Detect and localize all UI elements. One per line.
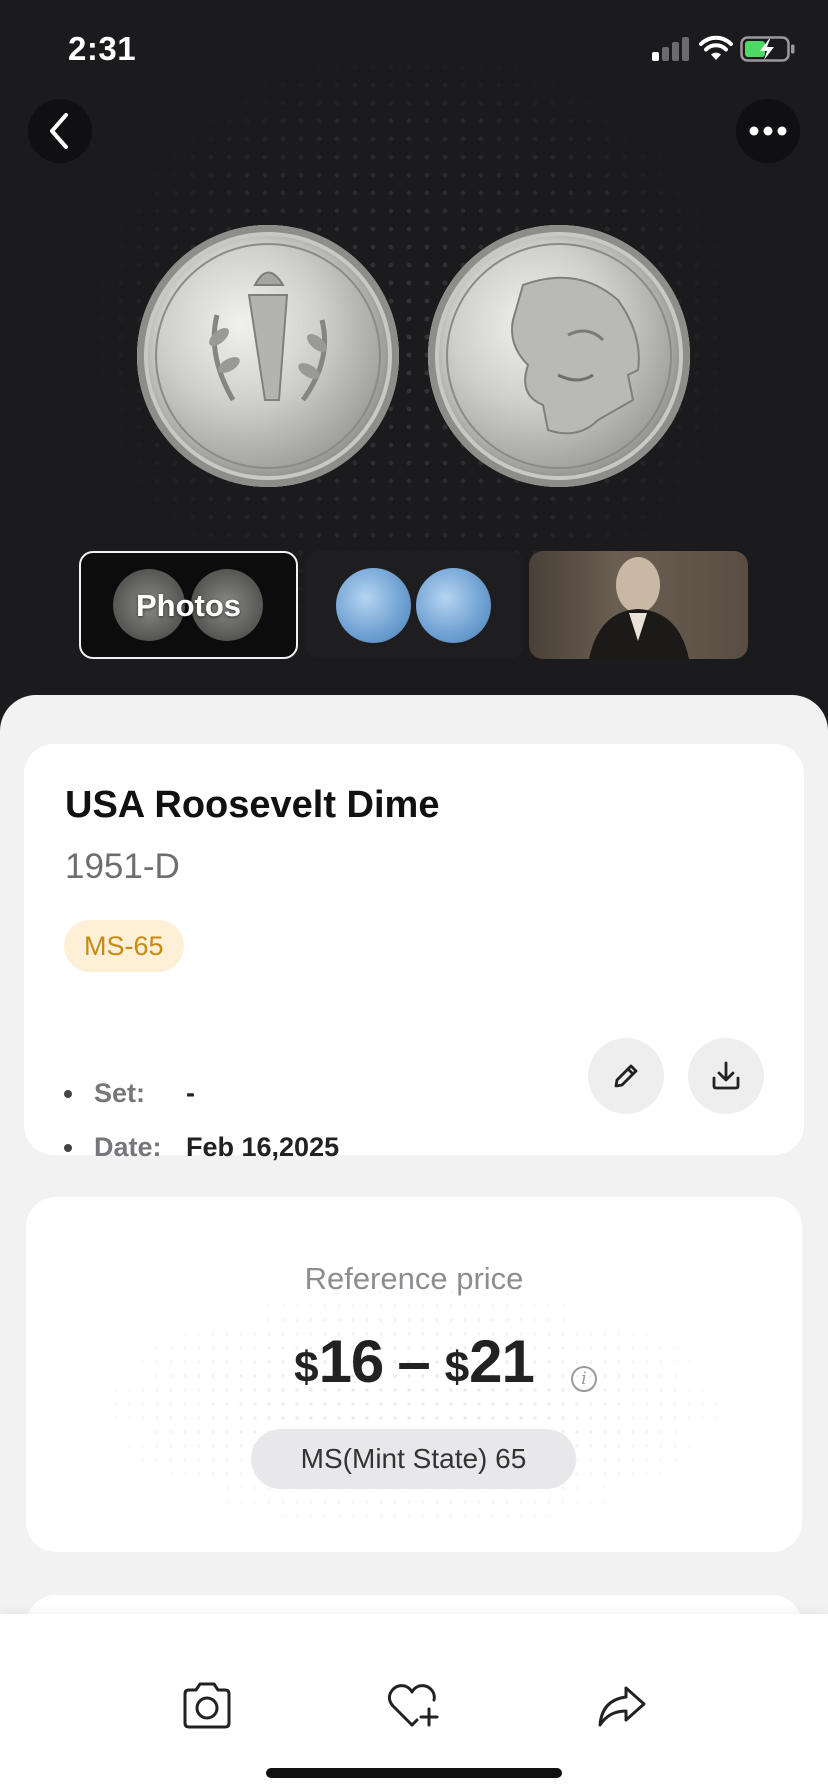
status-time: 2:31 [68, 30, 137, 67]
info-icon[interactable]: i [571, 1366, 597, 1392]
grade-badge: MS-65 [64, 920, 184, 972]
bottom-action-bar [0, 1614, 828, 1792]
add-favorite-button[interactable] [384, 1676, 444, 1736]
heart-plus-icon [387, 1684, 439, 1727]
meta-key: Date: [94, 1132, 162, 1162]
reference-price-card: Reference price $16– $21 i MS(Mint State)… [26, 1197, 802, 1552]
home-indicator [266, 1768, 562, 1778]
coin-images [0, 220, 828, 490]
coin-reverse-image[interactable] [137, 225, 399, 487]
cellular-signal-icon [652, 37, 690, 61]
meta-value: - [186, 1078, 195, 1108]
coin-title: USA Roosevelt Dime [65, 784, 440, 826]
coin-info-card: USA Roosevelt Dime 1951-D MS-65 Set: - D… [24, 744, 804, 1162]
back-button[interactable] [28, 99, 92, 163]
bullet [64, 1090, 72, 1098]
wifi-icon [699, 35, 733, 60]
grade-pill: MS(Mint State) 65 [251, 1429, 576, 1489]
camera-button[interactable] [177, 1676, 237, 1736]
share-arrow-icon [598, 1686, 646, 1727]
bullet [64, 1144, 72, 1152]
thumbnail-coin-image [416, 568, 491, 643]
price-separator: – [397, 1328, 431, 1395]
thumbnail-label: Photos [135, 588, 242, 623]
thumbnail-coin-image [336, 568, 411, 643]
coin-obverse-image[interactable] [428, 225, 690, 487]
currency-symbol: $ [294, 1343, 319, 1392]
price-label: Reference price [304, 1261, 524, 1296]
price-range: $16– $21 [26, 1327, 802, 1396]
chevron-left-icon [50, 113, 68, 149]
edit-button[interactable] [588, 1038, 664, 1114]
battery-charging-icon [740, 36, 795, 62]
pencil-icon [614, 1064, 638, 1088]
more-options-button[interactable] [736, 99, 800, 163]
currency-symbol: $ [444, 1343, 470, 1392]
share-button[interactable] [592, 1676, 652, 1736]
status-bar: 2:31 [0, 0, 828, 100]
download-button[interactable] [688, 1038, 764, 1114]
portrait-image [589, 557, 689, 659]
meta-key: Set: [94, 1078, 146, 1108]
price-low: 16 [318, 1328, 385, 1395]
ellipsis-icon [749, 126, 787, 136]
coin-year-mint: 1951-D [65, 847, 180, 886]
camera-icon [183, 1682, 231, 1729]
meta-value: Feb 16,2025 [186, 1132, 340, 1162]
download-icon [712, 1061, 740, 1090]
thumbnail-photos[interactable]: Photos [79, 551, 298, 659]
thumbnail-portrait[interactable] [529, 551, 748, 659]
price-high: 21 [469, 1328, 535, 1395]
gallery-thumbnails: Photos [0, 550, 828, 662]
thumbnail-reference-coins[interactable] [305, 551, 524, 659]
